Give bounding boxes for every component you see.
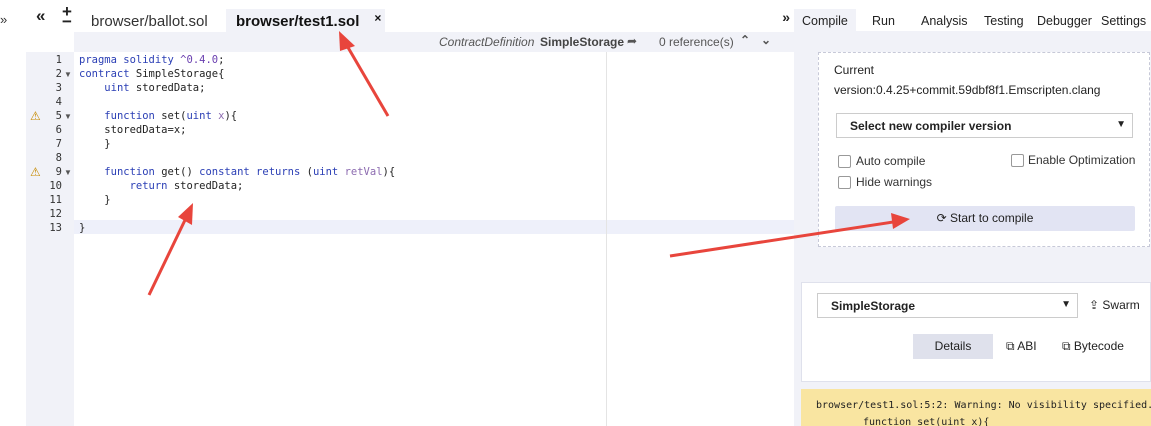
warning-text-line2: function set(uint x){ — [863, 417, 990, 426]
definition-name: SimpleStorage — [540, 35, 625, 49]
print-margin — [606, 52, 607, 426]
zoom-out-icon[interactable]: − — [62, 13, 72, 31]
start-compile-label: Start to compile — [950, 211, 1034, 225]
refresh-icon: ⟳ — [936, 211, 947, 225]
details-button[interactable]: Details — [913, 334, 993, 359]
code-line: } — [79, 194, 111, 206]
start-compile-button[interactable]: ⟳ Start to compile — [835, 206, 1135, 231]
line-number: 3 — [55, 82, 62, 94]
code-line: uint storedData; — [104, 82, 206, 94]
tab-label: browser/test1.sol — [236, 13, 360, 30]
code-line: function set(uint x){ — [104, 110, 238, 122]
references-count: 0 reference(s) — [659, 35, 734, 49]
line-number: 4 — [55, 96, 62, 108]
line-number: 2 — [55, 68, 62, 80]
code-line: } — [79, 222, 86, 234]
line-number: 11 — [49, 194, 62, 206]
definition-type: ContractDefinition — [439, 35, 535, 49]
chevron-down-icon[interactable]: ⌄ — [761, 33, 771, 47]
fold-toggle-icon[interactable]: ▼ — [64, 168, 72, 177]
toggle-right-panel-icon[interactable]: » — [782, 9, 790, 25]
line-number: 12 — [49, 208, 62, 220]
code-line: return storedData; — [129, 180, 244, 192]
editor-tab-bar: « + − browser/ballot.sol browser/test1.s… — [26, 3, 794, 36]
caret-down-icon: ▼ — [1116, 119, 1126, 130]
collapse-file-explorer-icon[interactable]: « — [36, 7, 45, 25]
compiler-version-select-label: Select new compiler version — [850, 119, 1012, 133]
chevron-up-icon[interactable]: ⌃ — [740, 33, 750, 47]
line-number: 6 — [55, 124, 62, 136]
abi-label: ABI — [1017, 339, 1037, 353]
tab-compile[interactable]: Compile — [794, 9, 856, 34]
enable-optimization-label: Enable Optimization — [1028, 153, 1136, 167]
active-line-highlight — [74, 220, 794, 234]
code-line: storedData=x; — [79, 124, 187, 136]
upload-icon: ⇪ — [1089, 298, 1100, 312]
fold-toggle-icon[interactable]: ▼ — [64, 70, 72, 79]
line-number: 8 — [55, 152, 62, 164]
copy-icon: ⧉ — [1062, 339, 1071, 353]
hide-warnings-checkbox[interactable] — [838, 176, 851, 189]
caret-down-icon: ▼ — [1061, 299, 1071, 310]
right-panel-tabs: Compile Run Analysis Testing Debugger Se… — [794, 5, 1151, 34]
line-number: 1 — [55, 54, 62, 66]
contract-select[interactable]: SimpleStorage ▼ — [817, 293, 1078, 318]
share-arrow-icon[interactable]: ➦ — [627, 34, 637, 48]
close-tab-icon[interactable]: × — [374, 5, 381, 31]
tab-settings[interactable]: Settings — [1101, 14, 1146, 28]
line-number: 10 — [49, 180, 62, 192]
line-number: 13 — [49, 222, 62, 234]
code-line: function get() constant returns (uint re… — [104, 166, 396, 178]
swarm-label: Swarm — [1102, 298, 1140, 312]
tab-debugger[interactable]: Debugger — [1037, 14, 1092, 28]
context-bar: ContractDefinition SimpleStorage ➦ 0 ref… — [74, 32, 794, 52]
copy-icon: ⧉ — [1006, 339, 1015, 353]
warning-icon[interactable]: ⚠ — [30, 165, 41, 179]
tab-testing[interactable]: Testing — [984, 14, 1024, 28]
code-line: contract SimpleStorage{ — [79, 68, 225, 80]
swarm-button[interactable]: ⇪ Swarm — [1089, 298, 1140, 312]
warning-icon[interactable]: ⚠ — [30, 109, 41, 123]
bytecode-button[interactable]: ⧉ Bytecode — [1062, 339, 1124, 354]
compile-warning: browser/test1.sol:5:2: Warning: No visib… — [801, 389, 1151, 426]
bytecode-label: Bytecode — [1073, 339, 1124, 353]
compiler-version-select[interactable]: Select new compiler version ▼ — [836, 113, 1133, 138]
auto-compile-checkbox[interactable] — [838, 155, 851, 168]
tab-run[interactable]: Run — [872, 14, 895, 28]
tab-label: browser/ballot.sol — [91, 13, 208, 30]
contract-select-label: SimpleStorage — [831, 299, 916, 313]
auto-compile-label: Auto compile — [856, 154, 926, 168]
enable-optimization-checkbox[interactable] — [1011, 154, 1024, 167]
tab-analysis[interactable]: Analysis — [921, 14, 968, 28]
current-version-label: Current — [834, 63, 875, 77]
code-editor[interactable] — [74, 52, 794, 426]
expand-left-panel-icon[interactable]: » — [0, 12, 7, 27]
line-number: 7 — [55, 138, 62, 150]
warning-text-line1: browser/test1.sol:5:2: Warning: No visib… — [816, 400, 1151, 411]
current-version-value: version:0.4.25+commit.59dbf8f1.Emscripte… — [834, 83, 1101, 97]
left-panel-strip: » — [0, 0, 26, 426]
code-line: pragma solidity ^0.4.0; — [79, 54, 225, 66]
hide-warnings-label: Hide warnings — [856, 175, 933, 189]
code-line: } — [79, 138, 111, 150]
abi-button[interactable]: ⧉ ABI — [1006, 339, 1037, 354]
fold-toggle-icon[interactable]: ▼ — [64, 112, 72, 121]
